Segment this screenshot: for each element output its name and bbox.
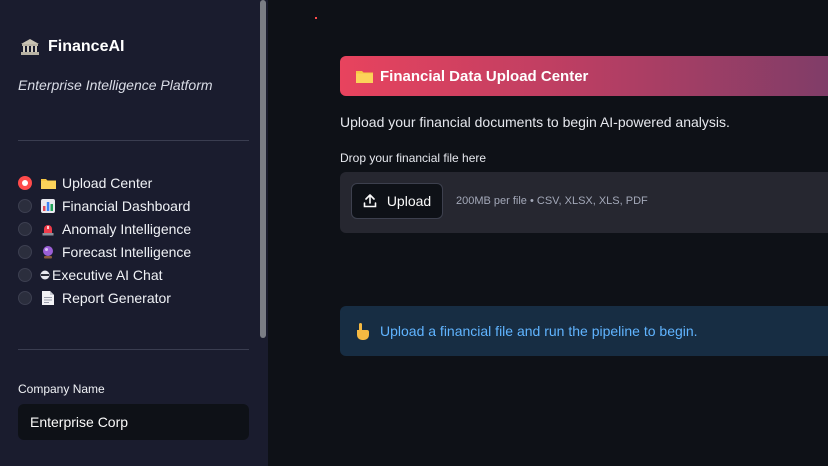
info-message: Upload a financial file and run the pipe… (380, 323, 698, 339)
page-title: Financial Data Upload Center (380, 67, 589, 85)
intro-text: Upload your financial documents to begin… (340, 114, 730, 130)
radio-unselected[interactable] (18, 244, 32, 259)
status-dot (315, 17, 317, 19)
nav-item-upload-center[interactable]: Upload Center (18, 171, 191, 194)
nav-item-forecast-intelligence[interactable]: Forecast Intelligence (18, 240, 191, 263)
radio-unselected[interactable] (18, 290, 32, 305)
nav-item-anomaly-intelligence[interactable]: Anomaly Intelligence (18, 217, 191, 240)
bank-icon (20, 38, 40, 56)
nav-item-label: Forecast Intelligence (62, 243, 192, 260)
main-content: Financial Data Upload Center Upload your… (268, 0, 828, 466)
radio-unselected[interactable] (18, 221, 32, 236)
sidebar-divider (18, 140, 249, 141)
sidebar-divider (18, 349, 249, 350)
folder-icon (40, 175, 56, 191)
crystal-ball-icon (40, 244, 56, 260)
radio-unselected[interactable] (18, 267, 32, 282)
nav-item-label: Executive AI Chat (52, 266, 163, 283)
pointing-hand-icon (354, 322, 372, 340)
bar-chart-icon (40, 198, 56, 214)
brand: FinanceAI (20, 38, 124, 56)
file-uploader-label: Drop your financial file here (340, 151, 487, 165)
nav-item-label: Report Generator (62, 289, 171, 306)
nav-item-label: Financial Dashboard (62, 197, 191, 214)
helmet-icon (40, 267, 50, 283)
company-name-label: Company Name (18, 382, 105, 396)
info-alert: Upload a financial file and run the pipe… (340, 306, 828, 356)
nav-item-label: Anomaly Intelligence (62, 220, 192, 237)
document-icon (40, 290, 56, 306)
nav-item-label: Upload Center (62, 174, 153, 191)
upload-limits-text: 200MB per file • CSV, XLSX, XLS, PDF (456, 195, 648, 207)
nav-radio-group: Upload Center Financial Dashboard Anomal… (18, 171, 191, 309)
app-window: FinanceAI Enterprise Intelligence Platfo… (0, 0, 828, 466)
upload-icon (363, 194, 377, 208)
nav-item-executive-ai-chat[interactable]: Executive AI Chat (18, 263, 191, 286)
nav-item-report-generator[interactable]: Report Generator (18, 286, 191, 309)
company-name-input[interactable] (18, 404, 249, 440)
tagline: Enterprise Intelligence Platform (18, 77, 213, 93)
page-header-banner: Financial Data Upload Center (340, 56, 828, 96)
folder-icon (356, 69, 374, 83)
sidebar: FinanceAI Enterprise Intelligence Platfo… (0, 0, 268, 466)
upload-button-label: Upload (386, 193, 432, 209)
siren-icon (40, 221, 56, 237)
brand-name: FinanceAI (48, 38, 125, 55)
upload-button[interactable]: Upload (351, 183, 443, 219)
radio-unselected[interactable] (18, 198, 32, 213)
radio-selected[interactable] (18, 175, 32, 190)
file-dropzone[interactable]: Upload 200MB per file • CSV, XLSX, XLS, … (340, 172, 828, 233)
nav-item-financial-dashboard[interactable]: Financial Dashboard (18, 194, 191, 217)
sidebar-scrollbar[interactable] (260, 0, 266, 338)
